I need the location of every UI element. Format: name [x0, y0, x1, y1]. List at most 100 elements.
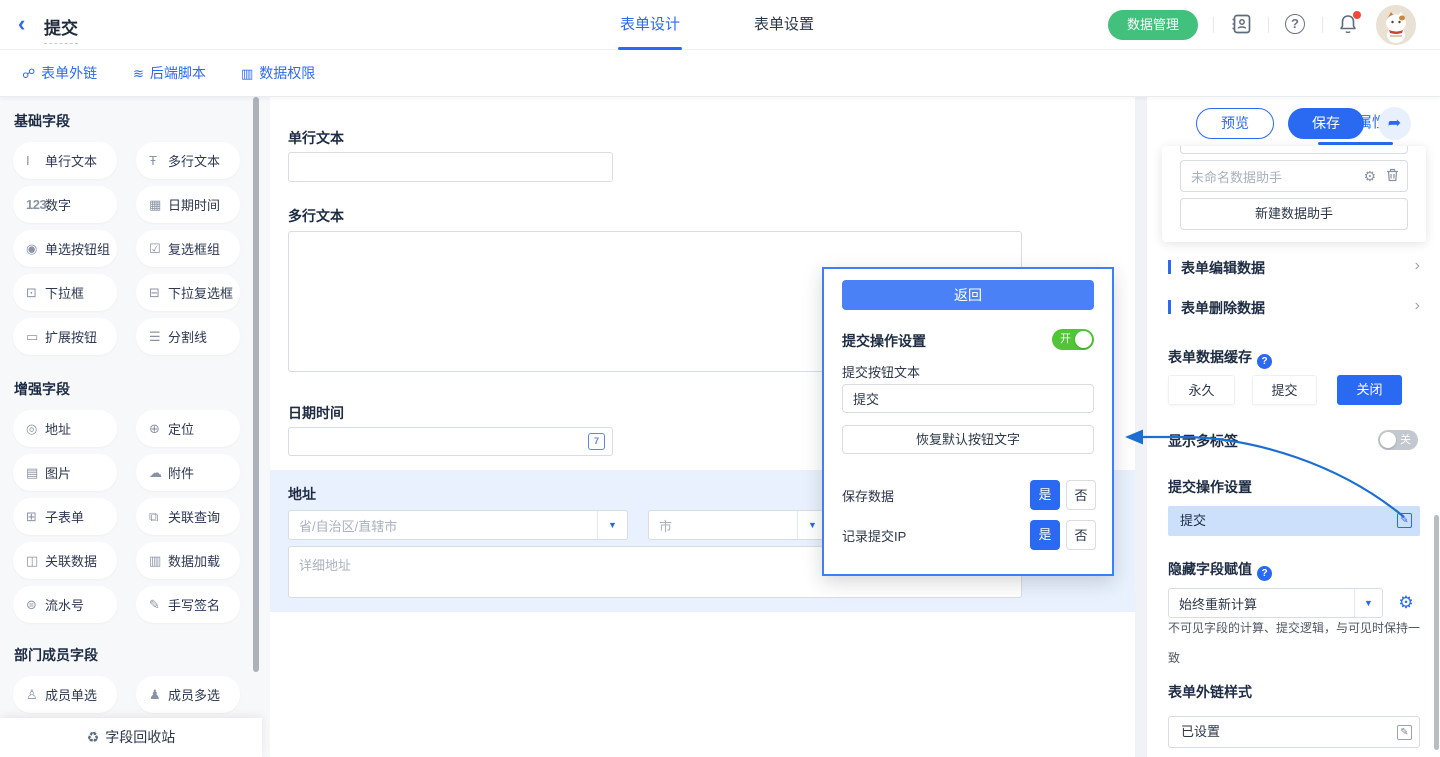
tab-form-design[interactable]: 表单设计 — [614, 0, 686, 50]
multi-tab-heading: 显示多标签 — [1168, 431, 1238, 451]
city-select[interactable]: 市 ▼ — [648, 510, 828, 540]
data-manage-button[interactable]: 数据管理 — [1108, 10, 1198, 40]
submit-action-item-selected[interactable]: 提交 ✎ — [1168, 506, 1420, 536]
people-icon: ♟ — [149, 687, 168, 703]
hidden-field-assign-heading: 隐藏字段赋值? — [1168, 559, 1272, 581]
field-pill-datetime[interactable]: ▦日期时间 — [136, 186, 240, 223]
field-pill-attachment[interactable]: ☁附件 — [136, 454, 240, 491]
field-pill-extend-button[interactable]: ▭扩展按钮 — [13, 318, 117, 355]
tab-form-settings[interactable]: 表单设置 — [748, 0, 820, 50]
crosshair-icon: ⊕ — [149, 421, 168, 437]
field-pill-multi-line-text[interactable]: Ŧ多行文本 — [136, 142, 240, 179]
field-pill-subform[interactable]: ⊞子表单 — [13, 498, 117, 535]
backend-script-link[interactable]: ≋后端脚本 — [133, 50, 206, 97]
submit-settings-popover: 返回 提交操作设置 开 提交按钮文本 恢复默认按钮文字 保存数据 是 否 记录提… — [822, 267, 1114, 576]
field-pill-multi-dropdown[interactable]: ⊟下拉复选框 — [136, 274, 240, 311]
form-external-link-label: 表单外链 — [41, 65, 97, 81]
back-icon[interactable]: ‹ — [18, 11, 25, 37]
save-data-yes-button[interactable]: 是 — [1030, 480, 1060, 510]
datetime-input[interactable] — [288, 427, 613, 456]
field-pill-linked-query[interactable]: ⧉关联查询 — [136, 498, 240, 535]
contacts-icon[interactable] — [1231, 13, 1255, 37]
field-pill-linked-data[interactable]: ◫关联数据 — [13, 542, 117, 579]
divider — [1268, 17, 1269, 33]
data-permission-link[interactable]: ▥数据权限 — [241, 50, 315, 97]
restore-default-text-button[interactable]: 恢复默认按钮文字 — [842, 425, 1094, 454]
field-pill-image[interactable]: ▤图片 — [13, 454, 117, 491]
back-button[interactable]: 返回 — [842, 280, 1094, 310]
form-link-style-row[interactable]: 已设置 ✎ — [1168, 716, 1420, 748]
user-avatar[interactable] — [1376, 5, 1416, 45]
field-pill-dropdown[interactable]: ⊡下拉框 — [13, 274, 117, 311]
field-pill-single-line-text[interactable]: I单行文本 — [13, 142, 117, 179]
record-ip-no-button[interactable]: 否 — [1066, 520, 1096, 550]
field-pill-location[interactable]: ⊕定位 — [136, 410, 240, 447]
radio-icon: ◉ — [26, 241, 45, 257]
trash-icon[interactable] — [1386, 168, 1399, 185]
form-external-link[interactable]: ☍表单外链 — [22, 50, 97, 97]
field-pill-checkbox-group[interactable]: ☑复选框组 — [136, 230, 240, 267]
field-pill-label: 成员单选 — [45, 685, 97, 704]
sidebar-scrollbar[interactable] — [253, 97, 259, 672]
record-ip-yes-button[interactable]: 是 — [1030, 520, 1060, 550]
field-pill-member-single[interactable]: ♙成员单选 — [13, 676, 117, 713]
save-data-no-button[interactable]: 否 — [1066, 480, 1096, 510]
field-recycle-bin[interactable]: ♻字段回收站 — [0, 718, 262, 757]
form-delete-data-section[interactable]: 表单删除数据 › — [1168, 298, 1420, 318]
extend-button-icon: ▭ — [26, 329, 45, 345]
calendar-picker-icon[interactable]: 7 — [588, 433, 605, 450]
save-button[interactable]: 保存 — [1288, 108, 1364, 139]
submit-settings-title: 提交操作设置 — [842, 331, 926, 351]
datetime-field-label: 日期时间 — [288, 403, 344, 423]
field-pill-label: 子表单 — [45, 507, 84, 526]
help-icon[interactable]: ? — [1285, 14, 1309, 38]
new-assistant-button[interactable]: 新建数据助手 — [1180, 198, 1408, 230]
single-line-text-field-label: 单行文本 — [288, 128, 344, 148]
gear-icon[interactable]: ⚙ — [1363, 168, 1376, 185]
hidden-field-assign-value: 始终重新计算 — [1169, 594, 1354, 613]
field-pill-address[interactable]: ◎地址 — [13, 410, 117, 447]
field-pill-number[interactable]: 123数字 — [13, 186, 117, 223]
province-select[interactable]: 省/自治区/直辖市 ▼ — [288, 510, 628, 540]
script-icon: ≋ — [133, 66, 144, 81]
address-field-label: 地址 — [288, 484, 316, 504]
chevron-right-icon: › — [1415, 297, 1420, 315]
properties-scrollbar[interactable] — [1434, 515, 1439, 750]
app-header: ‹ 提交 表单设计 表单设置 数据管理 ? — [0, 0, 1440, 50]
assistant-row-partial[interactable]: 未命名数据助手 ⚙ — [1180, 146, 1408, 154]
question-icon[interactable]: ? — [1257, 566, 1272, 581]
multi-tab-toggle[interactable]: 关 — [1378, 430, 1418, 450]
preview-button[interactable]: 预览 — [1196, 108, 1274, 139]
cache-option-permanent[interactable]: 永久 — [1168, 375, 1235, 405]
gear-icon[interactable]: ⚙ — [1363, 146, 1376, 147]
form-title[interactable]: 提交 — [44, 14, 78, 44]
field-pill-data-load[interactable]: ▥数据加载 — [136, 542, 240, 579]
field-pill-radio-group[interactable]: ◉单选按钮组 — [13, 230, 117, 267]
form-edit-data-section[interactable]: 表单编辑数据 › — [1168, 258, 1420, 278]
bar-chart-icon: ▥ — [149, 553, 168, 569]
field-pill-label: 单选按钮组 — [45, 239, 110, 258]
edit-icon[interactable]: ✎ — [1397, 513, 1412, 528]
question-icon[interactable]: ? — [1257, 354, 1272, 369]
form-link-style-value: 已设置 — [1181, 724, 1220, 739]
edit-icon[interactable]: ✎ — [1397, 725, 1412, 740]
form-toolbar: ☍表单外链 ≋后端脚本 ▥数据权限 预览 保存 ➦ — [0, 50, 1440, 97]
field-pill-divider[interactable]: ☰分割线 — [136, 318, 240, 355]
province-placeholder: 省/自治区/直辖市 — [289, 516, 597, 535]
submit-button-text-input[interactable] — [842, 384, 1094, 413]
field-pill-member-multi[interactable]: ♟成员多选 — [136, 676, 240, 713]
submit-settings-toggle[interactable]: 开 — [1052, 329, 1094, 350]
field-pill-serial-number[interactable]: ⊜流水号 — [13, 586, 117, 623]
notification-bell-icon[interactable] — [1337, 13, 1361, 37]
single-line-text-input[interactable] — [288, 152, 613, 182]
share-button[interactable]: ➦ — [1378, 107, 1411, 140]
assistant-row[interactable]: 未命名数据助手 ⚙ — [1180, 160, 1408, 192]
hidden-field-hint-text: 不可见字段的计算、提交逻辑，与可见时保持一致 — [1168, 613, 1422, 673]
field-pill-label: 分割线 — [168, 327, 207, 346]
trash-icon[interactable] — [1386, 146, 1399, 147]
cache-option-close-selected[interactable]: 关闭 — [1337, 375, 1402, 405]
field-pill-signature[interactable]: ✎手写签名 — [136, 586, 240, 623]
cache-option-submit[interactable]: 提交 — [1252, 375, 1317, 405]
assistant-name: 未命名数据助手 — [1191, 146, 1353, 148]
toggle-off-label: 关 — [1400, 430, 1411, 450]
